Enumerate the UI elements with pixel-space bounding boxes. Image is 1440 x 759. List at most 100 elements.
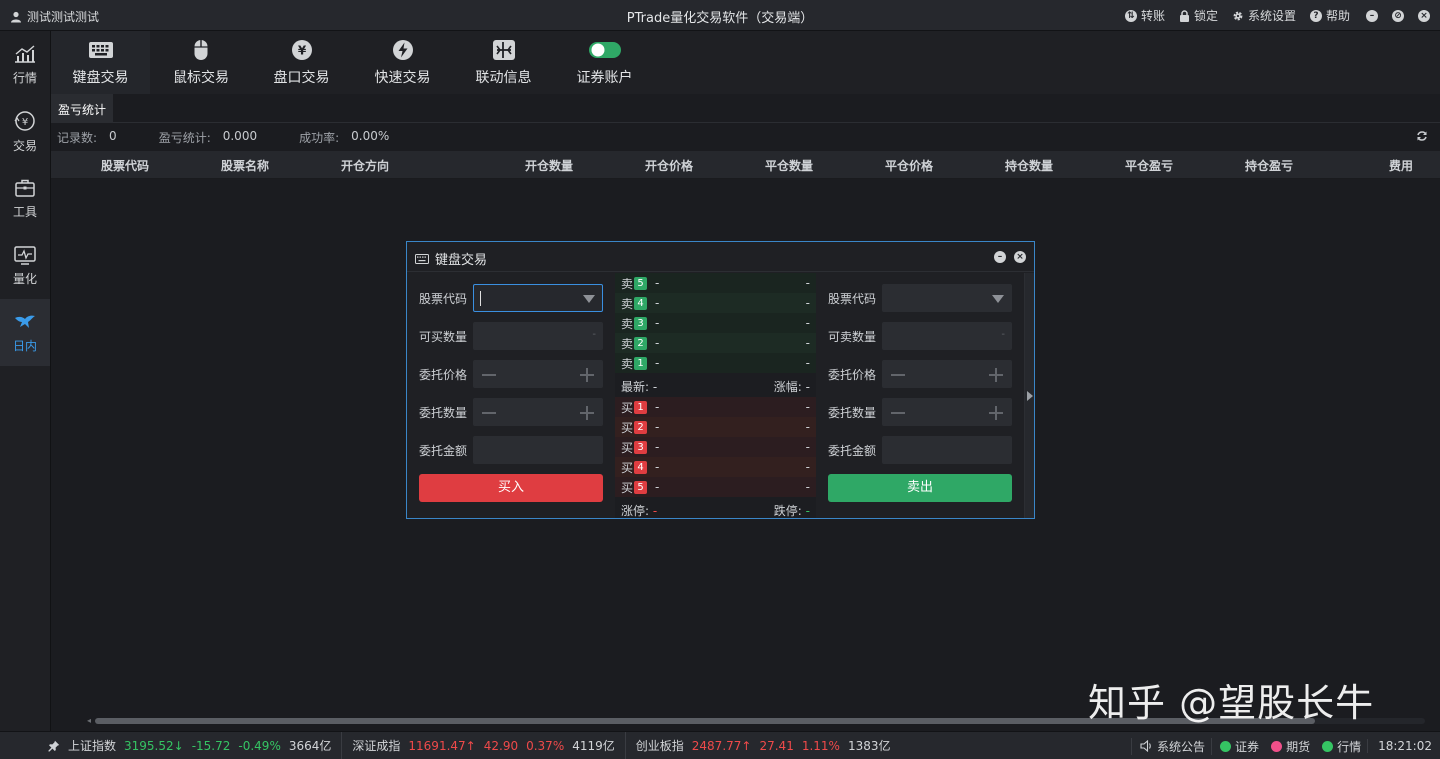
col-hold-qty[interactable]: 持仓数量 — [1005, 157, 1053, 174]
yen-icon: ¥ — [291, 40, 312, 60]
col-open-price[interactable]: 开仓价格 — [645, 157, 693, 174]
dialog-close-icon[interactable]: × — [1014, 251, 1026, 263]
minimize-icon[interactable]: – — [1366, 9, 1378, 22]
sidebar-item-intraday[interactable]: 日内 — [0, 299, 50, 366]
index-shenzhen[interactable]: 深证成指 11691.47↑ 42.90 0.37% 4119亿 — [342, 731, 626, 759]
tool-mouse-trade[interactable]: 鼠标交易 — [151, 31, 251, 94]
dialog-controls: – × — [994, 251, 1026, 263]
settings-button[interactable]: 系统设置 — [1232, 7, 1296, 24]
refresh-icon[interactable] — [1416, 130, 1428, 142]
buy-panel: 股票代码 可买数量 - 委托价格 委托数量 委托金额 买入 — [407, 273, 615, 518]
plus-icon[interactable] — [580, 368, 594, 382]
tool-keyboard-trade[interactable]: 键盘交易 — [51, 31, 150, 94]
tab-pnl-stats[interactable]: 盈亏统计 — [51, 94, 114, 123]
buy-level-2[interactable]: 买2 -- — [615, 417, 816, 437]
chart-icon — [15, 44, 35, 63]
svg-text:¥: ¥ — [22, 117, 28, 128]
chevron-down-icon[interactable] — [992, 295, 1004, 303]
sell-button[interactable]: 卖出 — [828, 474, 1012, 502]
sell-level-1[interactable]: 卖1 -- — [615, 353, 816, 373]
minus-icon[interactable] — [891, 412, 905, 414]
status-dot-icon — [1271, 740, 1283, 752]
records-value: 0 — [109, 128, 117, 143]
index-price: 3195.52↓ — [124, 738, 184, 753]
buy-level-4[interactable]: 买4 -- — [615, 457, 816, 477]
minus-icon[interactable] — [482, 412, 496, 414]
conn-market[interactable]: 行情 — [1316, 738, 1367, 755]
sell-panel: 股票代码 可卖数量 - 委托价格 委托数量 委托金额 卖出 — [816, 273, 1024, 518]
sidebar-item-tools[interactable]: 工具 — [0, 165, 50, 232]
plus-icon[interactable] — [989, 368, 1003, 382]
toggle-icon[interactable] — [588, 41, 622, 59]
buy-button[interactable]: 买入 — [419, 474, 603, 502]
conn-futures[interactable]: 期货 — [1265, 738, 1316, 755]
lock-button[interactable]: 锁定 — [1179, 7, 1218, 24]
buy-level-1[interactable]: 买1 -- — [615, 397, 816, 417]
dialog-expand-handle[interactable] — [1024, 273, 1034, 518]
sell-code-input[interactable] — [882, 284, 1012, 312]
user-account[interactable]: 测试测试测试 — [10, 8, 99, 25]
conn-securities[interactable]: 证券 — [1211, 737, 1265, 755]
speaker-icon — [1140, 740, 1151, 752]
col-fee[interactable]: 费用 — [1389, 157, 1413, 174]
watermark: 知乎 @望股长牛 — [1088, 681, 1375, 725]
sell-amount-input[interactable] — [882, 436, 1012, 464]
col-open-direction[interactable]: 开仓方向 — [341, 157, 389, 174]
restore-icon[interactable]: ⊘ — [1392, 9, 1404, 22]
help-button[interactable]: ? 帮助 — [1309, 7, 1350, 24]
minus-icon[interactable] — [891, 374, 905, 376]
buy-level-5[interactable]: 买5 -- — [615, 477, 816, 497]
col-close-pnl[interactable]: 平仓盈亏 — [1125, 157, 1173, 174]
sidebar-item-trade[interactable]: ¥ 交易 — [0, 98, 50, 165]
buy-price-stepper[interactable] — [473, 360, 603, 388]
sidebar-item-market[interactable]: 行情 — [0, 31, 50, 98]
buy-code-input[interactable] — [473, 284, 603, 312]
chevron-down-icon[interactable] — [583, 295, 595, 303]
chevron-right-icon[interactable] — [1027, 391, 1033, 401]
left-sidebar: 行情 ¥ 交易 工具 量化 日内 — [0, 31, 51, 731]
buy-level-3[interactable]: 买3 -- — [615, 437, 816, 457]
tool-linked-info[interactable]: 联动信息 — [453, 31, 554, 94]
scroll-left-icon[interactable]: ◂ — [87, 716, 91, 725]
col-close-qty[interactable]: 平仓数量 — [765, 157, 813, 174]
sell-price-stepper[interactable] — [882, 360, 1012, 388]
sidebar-item-label: 日内 — [12, 338, 37, 353]
index-chinext[interactable]: 创业板指 2487.77↑ 27.41 1.11% 1383亿 — [626, 732, 901, 759]
sell-level-3[interactable]: 卖3 -- — [615, 313, 816, 333]
transfer-button[interactable]: ⇅ 转账 — [1124, 7, 1165, 24]
sell-level-2[interactable]: 卖2 -- — [615, 333, 816, 353]
tool-securities-account[interactable]: 证券账户 — [554, 31, 655, 94]
col-stock-name[interactable]: 股票名称 — [221, 157, 269, 174]
index-pct: 0.37% — [526, 738, 565, 753]
sell-qty-label: 委托数量 — [828, 405, 877, 420]
plus-icon[interactable] — [989, 406, 1003, 420]
sidebar-item-label: 工具 — [12, 204, 37, 219]
buy-amount-input[interactable] — [473, 436, 603, 464]
lightning-icon — [392, 40, 413, 60]
lock-icon — [1179, 9, 1189, 22]
conn-label: 证券 — [1235, 739, 1260, 754]
tool-orderbook-trade[interactable]: ¥ 盘口交易 — [251, 31, 352, 94]
dialog-header[interactable]: 键盘交易 – × — [407, 242, 1034, 272]
tool-quick-trade[interactable]: 快速交易 — [352, 31, 453, 94]
tool-label: 快速交易 — [374, 70, 431, 86]
col-stock-code[interactable]: 股票代码 — [101, 157, 149, 174]
sell-level-4[interactable]: 卖4 -- — [615, 293, 816, 313]
col-open-qty[interactable]: 开仓数量 — [525, 157, 573, 174]
close-icon[interactable]: × — [1418, 9, 1430, 22]
sell-qty-stepper[interactable] — [882, 398, 1012, 426]
plus-icon[interactable] — [580, 406, 594, 420]
sell-level-5[interactable]: 卖5 -- — [615, 273, 816, 293]
latest-value: - — [652, 380, 658, 394]
sidebar-item-quant[interactable]: 量化 — [0, 232, 50, 299]
notice-button[interactable]: 系统公告 — [1131, 737, 1211, 755]
pin-icon[interactable] — [48, 740, 60, 752]
buy-qty-stepper[interactable] — [473, 398, 603, 426]
sell-avail-label: 可卖数量 — [828, 329, 877, 344]
index-shanghai[interactable]: 上证指数 3195.52↓ -15.72 -0.49% 3664亿 — [0, 731, 343, 759]
dialog-minimize-icon[interactable]: – — [994, 251, 1006, 263]
rate-label: 成功率: — [299, 130, 340, 145]
col-hold-pnl[interactable]: 持仓盈亏 — [1245, 157, 1293, 174]
col-close-price[interactable]: 平仓价格 — [885, 157, 933, 174]
minus-icon[interactable] — [482, 374, 496, 376]
